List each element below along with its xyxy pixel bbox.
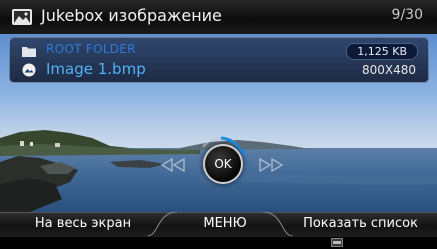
status-bar xyxy=(0,237,437,249)
folder-name: ROOT FOLDER xyxy=(46,42,136,56)
show-list-button[interactable]: Показать список xyxy=(284,213,437,237)
previous-image-icon[interactable] xyxy=(160,158,186,172)
title-bar: Jukebox изображение 9/30 xyxy=(0,0,437,35)
softkey-divider xyxy=(263,212,293,236)
ok-button[interactable]: OK xyxy=(203,144,243,184)
folder-icon xyxy=(22,47,36,57)
page-counter: 9/30 xyxy=(391,7,423,23)
image-file-icon xyxy=(22,63,36,77)
file-info-panel: ROOT FOLDER 1,125 KB Image 1.bmp 800X480 xyxy=(9,37,429,83)
image-resolution: 800X480 xyxy=(361,63,416,77)
app-title: Jukebox изображение xyxy=(41,6,222,25)
fullscreen-button[interactable]: На весь экран xyxy=(0,213,166,237)
file-size-badge: 1,125 KB xyxy=(346,43,418,60)
file-name: Image 1.bmp xyxy=(46,60,146,78)
next-image-icon[interactable] xyxy=(258,158,284,172)
picture-app-icon xyxy=(12,9,32,25)
status-indicator-icon xyxy=(331,238,343,247)
softkey-bar: На весь экран МЕНЮ Показать список xyxy=(0,212,437,237)
photo-viewer-screen: Jukebox изображение 9/30 ROOT FOLDER 1,1… xyxy=(0,0,437,249)
softkey-divider xyxy=(147,212,177,236)
